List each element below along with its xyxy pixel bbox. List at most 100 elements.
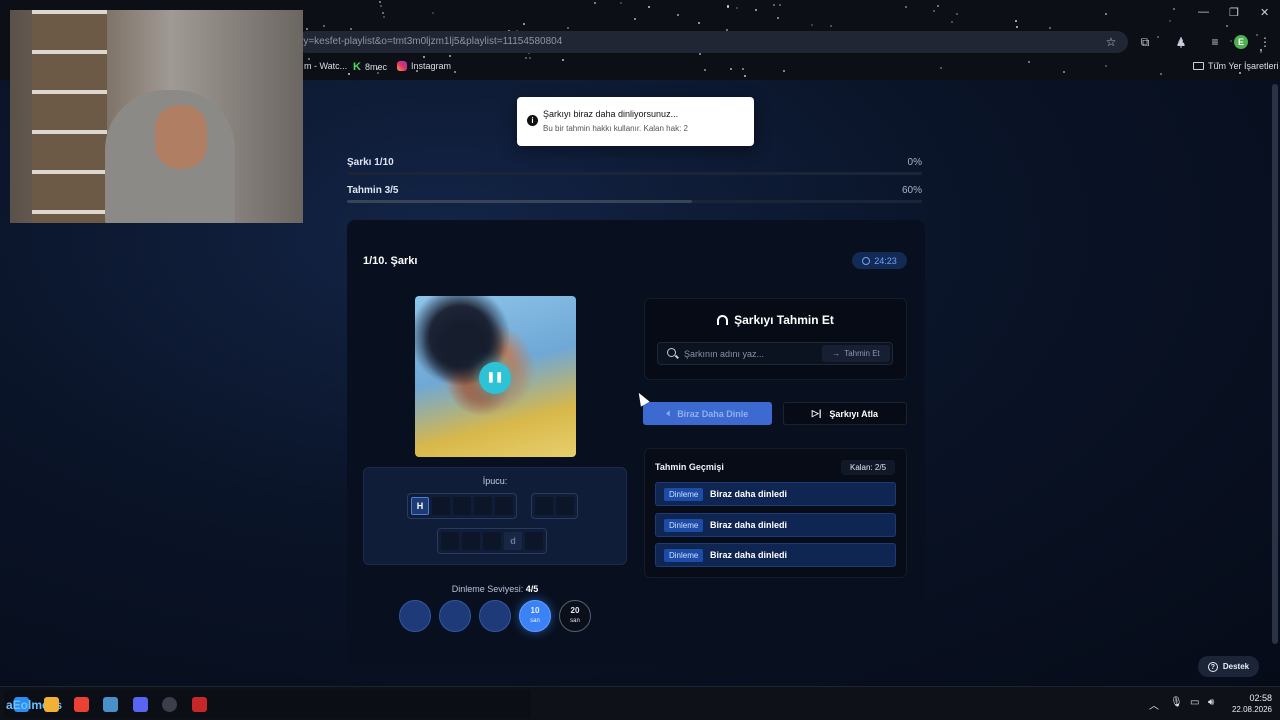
star-dot [379,1,381,3]
discord-icon[interactable] [133,697,148,712]
star-dot [830,25,832,27]
submit-guess-button[interactable]: → Tahmin Et [822,345,890,362]
listen-level-unit: san [530,618,540,624]
star-dot [350,28,352,30]
star-dot [742,68,744,70]
star-dot [620,2,622,4]
star-dot [956,13,958,15]
listen-level-option[interactable]: 20 san [559,600,591,632]
listen-level-option[interactable]: 10 san [519,600,551,632]
listen-level-text: Dinleme Seviyesi: [451,584,524,594]
microphone-icon[interactable]: 🎙︎ [1170,697,1183,708]
speaker-icon[interactable]: 🔊︎ [1208,697,1214,708]
screen: ry=kesfet-playlist&o=tmt3m0ljzm1lj5&play… [0,0,1280,720]
star-dot [727,5,729,7]
history-row: Dinleme Biraz daha dinledi [655,543,896,567]
song-search-input[interactable] [684,347,818,361]
support-label: Destek [1222,662,1250,671]
help-icon: ? [1207,661,1218,672]
hint-word [531,493,578,519]
arrow-right-icon: → [832,349,841,358]
listen-more-label: Biraz Daha Dinle [677,408,749,419]
star-dot [1230,40,1232,42]
listen-more-button[interactable]: 🔈︎ Biraz Daha Dinle [643,402,772,425]
star-dot [1239,72,1241,74]
page-scrollbar[interactable] [1272,84,1278,644]
star-dot [529,57,531,59]
minimize-icon[interactable]: — [1198,6,1209,18]
webcam-overlay [10,10,303,223]
bookmark-item[interactable]: m - Watc... [304,61,347,71]
all-bookmarks[interactable]: Tüm Yer İşaretleri [1193,61,1279,71]
incognito-icon[interactable]: ♟ [1174,35,1188,49]
remaining-badge: Kalan: 2/5 [841,460,895,475]
star-dot [1173,8,1175,10]
folder-icon [1193,62,1204,70]
listen-level-option[interactable] [399,600,431,632]
history-text: Biraz daha dinledi [710,489,788,499]
menu-icon[interactable]: ⋮ [1258,35,1272,49]
obs-icon[interactable] [162,697,177,712]
search-icon [667,348,676,357]
star-dot [1105,13,1107,15]
extensions-icon[interactable]: ⧉ [1138,35,1152,49]
webcam-face [155,105,207,169]
guess-panel-title: Şarkıyı Tahmin Et [734,313,834,327]
chrome-icon[interactable] [74,697,89,712]
history-row: Dinleme Biraz daha dinledi [655,482,896,506]
bookmark-item[interactable]: K 8mec [353,61,387,73]
listen-level-value: 4/5 [525,584,539,594]
network-icon[interactable]: ▭ [1190,697,1199,708]
star-dot [704,69,706,71]
close-icon[interactable]: ✕ [1260,6,1269,19]
notification-toast: i Şarkıyı biraz daha dinliyorsunuz... Bu… [517,97,754,146]
pause-icon[interactable]: ❚❚ [479,362,511,394]
hint-letter [525,532,543,550]
tray-chevron-icon[interactable]: ︿ [1149,697,1159,712]
listen-level-option[interactable] [479,600,511,632]
toast-subtitle: Bu bir tahmin hakkı kullanır. Kalan hak:… [543,124,688,133]
history-row: Dinleme Biraz daha dinledi [655,512,896,537]
record-app-icon[interactable] [192,697,207,712]
listen-level-seconds: 10 [530,606,540,615]
instagram-icon [397,61,407,71]
hint-letter [441,532,459,550]
star-dot [699,53,701,55]
all-bookmarks-label: Tüm Yer İşaretleri [1208,61,1279,71]
hint-letter [453,497,471,515]
bookmark-label: 8mec [364,62,387,72]
star-icon[interactable]: ☆ [1104,35,1118,49]
support-button[interactable]: ? Destek [1198,656,1259,677]
file-explorer-icon[interactable] [44,697,59,712]
song-progress-percent: 0% [907,157,922,168]
hint-word: d [437,528,547,554]
profile-avatar[interactable]: E [1234,35,1248,49]
star-dot [348,73,350,75]
star-dot [1063,71,1065,73]
skip-song-button[interactable]: ▷| Şarkıyı Atla [783,402,907,425]
listen-level-option[interactable] [439,600,471,632]
listen-level-label: Dinleme Seviyesi: 4/5 [363,584,627,594]
webcam-bookshelf [32,10,107,223]
star-dot [744,75,746,77]
star-dot [779,4,781,6]
media-icon[interactable]: ≡ [1208,35,1222,49]
star-dot [634,18,636,20]
hint-letter [535,497,553,515]
star-dot [1157,36,1159,38]
star-dot [523,23,525,25]
star-dot [308,58,310,60]
star-dot [1226,25,1228,27]
restore-icon[interactable]: ❐ [1229,6,1239,19]
star-dot [773,4,775,6]
star-dot [937,5,939,7]
headphones-icon [717,315,729,325]
bookmark-item[interactable]: Instagram [397,61,451,71]
star-dot [432,12,434,14]
settings-icon[interactable] [103,697,118,712]
history-tag: Dinleme [664,488,704,501]
hint-letter [556,497,574,515]
star-dot [940,67,942,69]
hint-letter [474,497,492,515]
star-dot [1049,27,1051,29]
